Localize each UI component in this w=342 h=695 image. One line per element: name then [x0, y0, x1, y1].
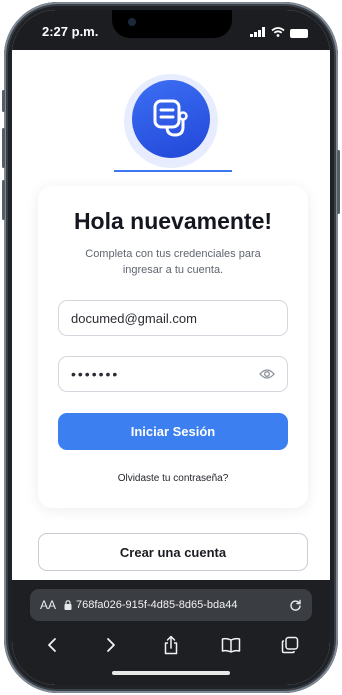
wifi-icon [271, 24, 285, 42]
signal-icon [250, 24, 266, 42]
app-logo [124, 74, 218, 168]
page-title: Hola nuevamente! [73, 208, 273, 234]
status-icons [250, 24, 308, 42]
battery-icon [290, 28, 308, 38]
browser-toolbar [12, 632, 330, 658]
notch [112, 10, 232, 38]
side-button-volume-up [2, 128, 5, 168]
password-input[interactable] [71, 366, 253, 382]
password-field[interactable] [58, 356, 288, 392]
phone-screen: 2:27 p.m. Hola nuevamente! Completa con … [12, 10, 330, 685]
browser-chrome: AA 768fa026-915f-4d85-8d65-bda44 [12, 580, 330, 685]
address-bar[interactable]: AA 768fa026-915f-4d85-8d65-bda44 [30, 589, 312, 621]
lock-icon [64, 600, 72, 610]
email-input[interactable] [71, 310, 275, 326]
login-card: Hola nuevamente! Completa con tus creden… [38, 186, 308, 508]
url-text[interactable]: 768fa026-915f-4d85-8d65-bda44 [76, 599, 285, 611]
side-button-power [337, 150, 340, 214]
create-account-button[interactable]: Crear una cuenta [38, 533, 308, 571]
eye-icon[interactable] [259, 368, 275, 380]
forward-icon[interactable] [97, 632, 125, 658]
tabs-icon[interactable] [276, 632, 304, 658]
page-subtitle: Completa con tus credenciales para ingre… [85, 248, 261, 276]
share-icon[interactable] [157, 632, 185, 658]
bookmarks-icon[interactable] [217, 632, 245, 658]
status-bar: 2:27 p.m. [12, 10, 330, 50]
login-button[interactable]: Iniciar Sesión [58, 413, 288, 450]
stethoscope-icon [148, 94, 194, 145]
home-indicator [112, 671, 230, 675]
side-button-mute [2, 90, 5, 112]
forgot-password-link[interactable]: Olvidaste tu contraseña? [38, 473, 308, 484]
reload-icon[interactable] [289, 599, 302, 612]
text-size-button[interactable]: AA [40, 598, 56, 612]
logo-circle [132, 80, 210, 158]
status-time: 2:27 p.m. [42, 24, 99, 39]
logo-divider [114, 170, 232, 172]
side-button-volume-down [2, 180, 5, 220]
back-icon[interactable] [38, 632, 66, 658]
app-content: Hola nuevamente! Completa con tus creden… [12, 50, 330, 590]
email-field[interactable] [58, 300, 288, 336]
camera-icon [128, 18, 136, 26]
